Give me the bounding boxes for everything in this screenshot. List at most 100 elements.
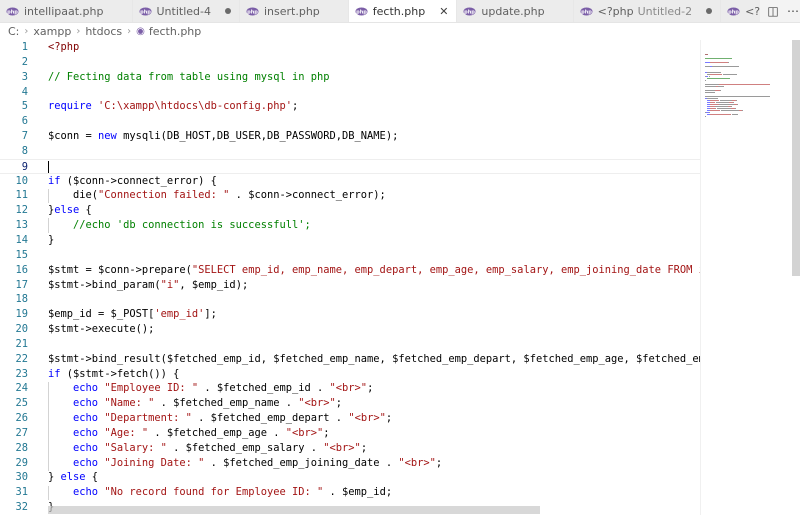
unsaved-dot-icon[interactable] — [706, 8, 713, 14]
code-editor[interactable]: 1 <?php 2 3// Fecting data from table using… — [0, 40, 700, 515]
tab-3[interactable]: php fecth.php ✕ — [348, 0, 458, 22]
more-actions-icon[interactable]: ⋯ — [786, 4, 800, 18]
code-line[interactable]: 10 if ($conn->connect_error) { — [0, 174, 700, 189]
breadcrumb-drive[interactable]: C: — [8, 25, 19, 38]
code-line[interactable]: 7 $conn = new mysqli(DB_HOST,DB_USER,DB_P… — [0, 129, 700, 144]
code-line[interactable]: 19 $emp_id = $_POST['emp_id']; — [0, 307, 700, 322]
code-token: ($stmt->fetch()) { — [66, 367, 180, 380]
split-editor-icon[interactable]: ◫ — [766, 4, 780, 18]
code-text: echo "Age: " . $fetched_emp_age . "<br>"… — [48, 426, 330, 441]
code-line[interactable]: 4 — [0, 85, 700, 100]
php-file-icon: ◉ — [136, 26, 145, 37]
code-line[interactable]: 2 — [0, 55, 700, 70]
code-line[interactable]: 27 echo "Age: " . $fetched_emp_age . "<b… — [0, 426, 700, 441]
tab-label: <?php — [597, 4, 634, 18]
horizontal-scrollbar[interactable] — [48, 506, 540, 514]
code-token: . $emp_id; — [323, 486, 393, 499]
code-token: } — [48, 233, 55, 246]
tab-actions: ◫ ⋯ — [760, 0, 800, 22]
minimap-line — [731, 106, 732, 107]
code-token: 'C:\xampp\htdocs\db-config.php' — [98, 100, 292, 113]
code-line[interactable]: 31 echo "No record found for Employee ID… — [0, 485, 700, 500]
code-text: $stmt->bind_result($fetched_emp_id, $fet… — [48, 352, 700, 367]
code-line[interactable]: 29 echo "Joining Date: " . $fetched_emp_… — [0, 456, 700, 471]
tab-5[interactable]: php <?php Untitled-2 — [573, 0, 722, 22]
line-number: 29 — [15, 456, 28, 469]
minimap-line — [705, 84, 719, 85]
line-number: 31 — [15, 486, 28, 499]
code-line[interactable]: 16 $stmt = $conn->prepare("SELECT emp_id,… — [0, 263, 700, 278]
line-number: 19 — [15, 308, 28, 321]
code-line[interactable]: 9 — [0, 158, 700, 174]
minimap-line — [709, 62, 729, 63]
line-number: 23 — [15, 367, 28, 380]
tab-1[interactable]: php Untitled-4 — [132, 0, 240, 22]
code-line[interactable]: 26 echo "Department: " . $fetched_emp_de… — [0, 411, 700, 426]
code-line[interactable]: 21 — [0, 337, 700, 352]
tab-label: fecth.php — [372, 4, 426, 18]
chevron-right-icon: › — [24, 26, 29, 37]
minimap-line — [706, 72, 722, 73]
code-text: $emp_id = $_POST['emp_id']; — [48, 307, 217, 322]
code-line[interactable]: 22 $stmt->bind_result($fetched_emp_id, $f… — [0, 352, 700, 367]
code-line[interactable]: 6 — [0, 114, 700, 129]
close-icon[interactable]: ✕ — [439, 5, 448, 18]
code-line[interactable]: 20 $stmt->execute(); — [0, 322, 700, 337]
tab-label: update.php — [481, 4, 545, 18]
tab-4[interactable]: php update.php — [457, 0, 574, 22]
line-number: 7 — [21, 130, 28, 143]
code-token: . $fetched_emp_joining_date . — [204, 456, 399, 469]
minimap-line — [742, 110, 743, 111]
line-number: 14 — [15, 233, 28, 246]
code-text: echo "Joining Date: " . $fetched_emp_joi… — [48, 456, 442, 471]
code-text: $stmt->execute(); — [48, 322, 154, 337]
minimap-line — [732, 102, 734, 103]
code-line[interactable]: 3 // Fecting data from table using mysql … — [0, 70, 700, 85]
tab-2[interactable]: php insert.php — [239, 0, 349, 22]
vertical-scrollbar[interactable] — [792, 40, 800, 276]
code-text: echo "Salary: " . $fetched_emp_salary . … — [48, 441, 367, 456]
minimap-line — [705, 96, 771, 97]
code-token: ]; — [204, 308, 217, 321]
code-line[interactable]: 8 — [0, 144, 700, 159]
breadcrumb-file[interactable]: fecth.php — [149, 25, 201, 38]
minimap-line — [735, 100, 737, 101]
code-line[interactable]: 15 — [0, 248, 700, 263]
line-number: 4 — [21, 85, 28, 98]
code-token: die( — [48, 189, 99, 202]
minimap[interactable] — [700, 40, 793, 515]
code-line[interactable]: 30} else { — [0, 470, 700, 485]
breadcrumb-folder-xampp[interactable]: xampp — [33, 25, 71, 38]
code-line[interactable]: 13 //echo 'db connection is successfull'… — [0, 218, 700, 233]
tab-0[interactable]: php intellipaat.php — [0, 0, 133, 22]
code-line[interactable]: 1 <?php — [0, 40, 700, 55]
line-number: 8 — [21, 144, 28, 157]
unsaved-dot-icon[interactable] — [224, 8, 231, 14]
code-line[interactable]: 18 — [0, 292, 700, 307]
code-token: ; — [335, 397, 343, 410]
minimap-line — [705, 80, 706, 81]
code-token: "<br>" — [329, 382, 368, 395]
line-number: 10 — [15, 174, 28, 187]
code-token: "Salary: " — [104, 441, 167, 454]
svg-text:php: php — [7, 9, 18, 15]
code-text: }else { — [48, 203, 92, 218]
code-line[interactable]: 14} — [0, 233, 700, 248]
code-line[interactable]: 24 echo "Employee ID: " . $fetched_emp_i… — [0, 381, 700, 396]
chevron-right-icon: › — [127, 26, 132, 37]
code-token: . $fetched_emp_name . — [154, 397, 299, 410]
line-number: 25 — [15, 397, 28, 410]
code-line[interactable]: 12}else { — [0, 203, 700, 218]
breadcrumb-folder-htdocs[interactable]: htdocs — [85, 25, 122, 38]
code-line[interactable]: 23 if ($stmt->fetch()) { — [0, 367, 700, 382]
code-line[interactable]: 11 die("Connection failed: " . $conn->co… — [0, 188, 700, 203]
code-line[interactable]: 25 echo "Name: " . $fetched_emp_name . "… — [0, 396, 700, 411]
code-line[interactable]: 17 $stmt->bind_param("i", $emp_id); — [0, 278, 700, 293]
code-text: $stmt->bind_param("i", $emp_id); — [48, 278, 248, 293]
minimap-line — [707, 78, 731, 79]
code-line[interactable]: 5 require 'C:\xampp\htdocs\db-config.php'… — [0, 99, 700, 114]
minimap-line — [706, 98, 718, 99]
code-line[interactable]: 28 echo "Salary: " . $fetched_emp_salary… — [0, 441, 700, 456]
code-text: <?php — [48, 40, 79, 55]
code-text: if ($stmt->fetch()) { — [48, 367, 179, 382]
